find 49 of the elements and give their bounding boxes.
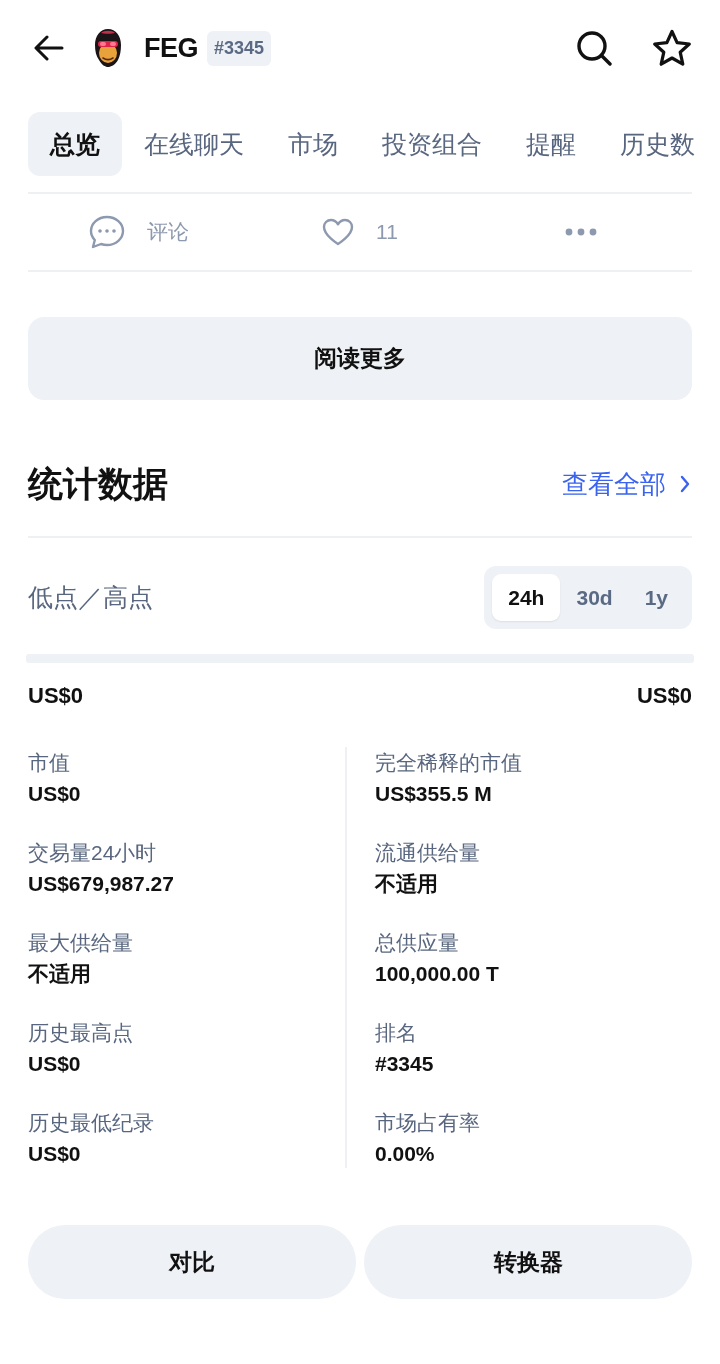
stat-label: 历史最高点 — [28, 1020, 134, 1046]
read-more-button[interactable]: 阅读更多 — [28, 317, 692, 400]
comment-icon[interactable] — [88, 215, 125, 249]
stat-value: US$0 — [28, 1051, 82, 1077]
stat-label: 排名 — [375, 1020, 418, 1046]
coin-title: FEG — [144, 32, 198, 64]
stat-label: 市值 — [28, 750, 71, 776]
stat-value: 不适用 — [28, 961, 92, 987]
action-button[interactable]: 对比 — [28, 1225, 356, 1299]
tab[interactable]: 提醒 — [504, 112, 598, 176]
high-value: US$0 — [636, 683, 692, 709]
stat-value: US$355.5 M — [375, 781, 493, 807]
stat-label: 交易量24小时 — [28, 840, 158, 866]
section-title: 统计数据 — [28, 462, 168, 505]
action-button[interactable]: 转换器 — [364, 1225, 692, 1299]
stat-label: 流通供给量 — [375, 840, 481, 866]
period-option[interactable]: 30d — [560, 574, 629, 621]
back-arrow-icon[interactable] — [34, 35, 64, 61]
stat-value: 0.00% — [375, 1141, 436, 1167]
more-icon[interactable] — [565, 228, 598, 236]
stat-value: US$679,987.27 — [28, 871, 175, 897]
stat-value: 100,000.00 T — [375, 961, 500, 987]
range-label: 低点／高点 — [28, 582, 153, 613]
stat-label: 总供应量 — [375, 930, 460, 956]
rank-badge: #3345 — [207, 30, 272, 66]
period-option[interactable]: 1y — [628, 574, 684, 621]
stat-label: 历史最低纪录 — [28, 1110, 155, 1136]
stat-value: #3345 — [375, 1051, 435, 1077]
like-count: 11 — [376, 220, 398, 244]
period-option[interactable]: 24h — [492, 574, 561, 621]
tab[interactable]: 投资组合 — [360, 112, 504, 176]
stat-value: 不适用 — [375, 871, 439, 897]
heart-icon[interactable] — [322, 218, 355, 246]
star-icon[interactable] — [652, 29, 692, 67]
search-icon[interactable] — [576, 30, 612, 66]
stat-label: 市场占有率 — [375, 1110, 481, 1136]
tab[interactable]: 总览 — [28, 112, 122, 176]
stat-value: US$0 — [28, 781, 82, 807]
tab[interactable]: 市场 — [266, 112, 360, 176]
tab[interactable]: 在线聊天 — [122, 112, 266, 176]
comment-label[interactable]: 评论 — [146, 218, 189, 246]
tab[interactable]: 历史数 — [598, 112, 717, 176]
low-value: US$0 — [28, 683, 84, 709]
stat-label: 完全稀释的市值 — [375, 750, 523, 776]
view-all-link[interactable]: 查看全部 — [562, 466, 692, 502]
stat-label: 最大供给量 — [28, 930, 134, 956]
stat-value: US$0 — [28, 1141, 82, 1167]
chevron-right-icon — [680, 475, 690, 493]
ape-head-icon — [92, 28, 124, 68]
